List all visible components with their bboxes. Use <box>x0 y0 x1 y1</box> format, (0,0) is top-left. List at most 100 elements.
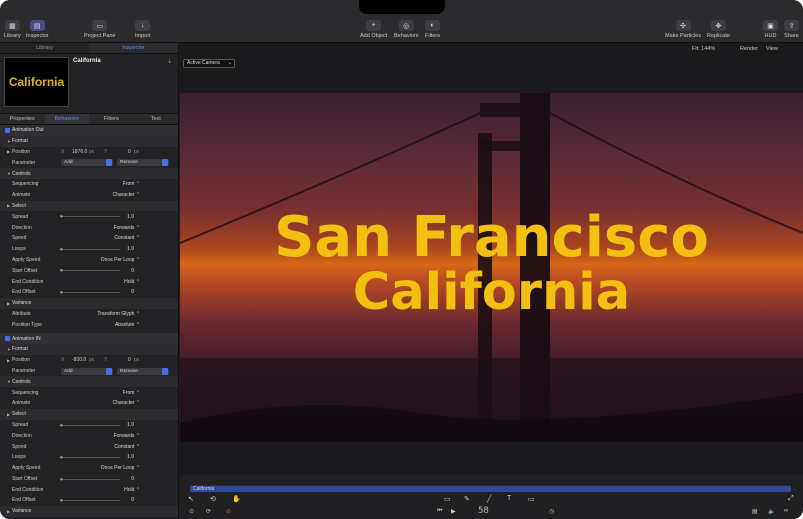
view-menu[interactable]: View <box>766 46 778 52</box>
shape-tool-icon[interactable]: ▭ <box>444 495 451 503</box>
end-offset-value[interactable]: 0 <box>131 289 134 295</box>
disclosure-triangle-icon[interactable]: ▶ <box>7 509 10 514</box>
controls-group[interactable]: ▼ Controls <box>0 376 178 388</box>
direction-popup[interactable]: Forwards ⌃ <box>114 225 140 231</box>
position-x-field[interactable]: 1876.0 <box>72 149 87 155</box>
behaviors-button[interactable]: ◎ Behaviors <box>394 20 418 39</box>
scene-title-line2[interactable]: California <box>180 263 803 322</box>
audio-off-icon[interactable]: ⊘ <box>226 508 231 515</box>
controls-group[interactable]: ▼ Controls <box>0 168 178 179</box>
end-offset-slider[interactable] <box>62 291 120 293</box>
tab-inspector[interactable]: Inspector <box>89 43 178 53</box>
sequencing-popup[interactable]: From ⌃ <box>123 390 140 396</box>
disclosure-triangle-icon[interactable]: ▶ <box>7 301 10 306</box>
select-tool-icon[interactable]: ↖ <box>188 495 194 503</box>
pin-icon[interactable]: ⇣ <box>167 58 172 65</box>
end-offset-value[interactable]: 0 <box>131 497 134 503</box>
fullscreen-icon[interactable]: ⤢ <box>788 495 794 503</box>
scene-title-line1[interactable]: San Francisco <box>180 205 803 270</box>
enable-checkbox[interactable] <box>5 336 10 342</box>
animation-out-header[interactable]: Animation Out <box>0 125 178 136</box>
slider-knob-icon[interactable]: ♥ <box>60 214 63 220</box>
tab-behaviors[interactable]: Behaviors <box>44 114 89 124</box>
tab-properties[interactable]: Properties <box>0 114 45 124</box>
attribute-popup[interactable]: Transform Glyph ⌃ <box>97 311 140 317</box>
position-x-field[interactable]: -800.0 <box>72 357 86 363</box>
position-y-field[interactable]: 0 <box>128 149 131 155</box>
slider-knob-icon[interactable]: ♥ <box>60 423 63 429</box>
slider-knob-icon[interactable]: ♥ <box>60 455 63 461</box>
slider-knob-icon[interactable]: ♥ <box>60 268 63 274</box>
fit-zoom[interactable]: Fit: 144% <box>692 46 715 52</box>
disclosure-triangle-icon[interactable]: ▼ <box>7 171 11 176</box>
disclosure-triangle-icon[interactable]: ▼ <box>7 379 11 384</box>
clock-icon[interactable]: ◷ <box>549 508 554 515</box>
timecode-display[interactable]: 58 <box>478 506 489 516</box>
active-camera-popup[interactable]: Active Camera ⌄ <box>183 59 235 68</box>
disclosure-triangle-icon[interactable]: ▶ <box>7 149 10 154</box>
add-parameter-popup[interactable]: Add <box>61 159 113 167</box>
loops-slider[interactable] <box>62 248 120 250</box>
apply-speed-popup[interactable]: Once Per Loop ⌃ <box>101 257 140 263</box>
slider-knob-icon[interactable]: ♥ <box>60 247 63 253</box>
loops-value[interactable]: 1.0 <box>127 454 134 460</box>
replicate-button[interactable]: ✥ Replicate <box>707 20 730 39</box>
remove-parameter-popup[interactable]: Remove <box>117 159 169 167</box>
mask-tool-icon[interactable]: ▭ <box>528 495 535 503</box>
animate-popup[interactable]: Character ⌃ <box>112 400 140 406</box>
direction-popup[interactable]: Forwards ⌃ <box>114 433 140 439</box>
animate-popup[interactable]: Character ⌃ <box>112 192 140 198</box>
tab-filters[interactable]: Filters <box>89 114 134 124</box>
start-offset-value[interactable]: 0 <box>131 476 134 482</box>
canvas-viewer[interactable]: San Francisco California <box>180 93 803 442</box>
animation-in-header[interactable]: Animation IN <box>0 333 178 344</box>
variance-group[interactable]: ▶ Variance <box>0 297 178 309</box>
disclosure-triangle-icon[interactable]: ▶ <box>7 203 10 208</box>
add-parameter-popup[interactable]: Add <box>61 367 113 375</box>
text-tool-icon[interactable]: T <box>507 495 511 502</box>
timeline-clip-bar[interactable]: California <box>190 486 791 492</box>
share-button[interactable]: ⇪ Share <box>784 20 799 39</box>
record-icon[interactable]: ⊙ <box>189 508 194 515</box>
sequencing-popup[interactable]: From ⌃ <box>123 181 140 187</box>
slider-knob-icon[interactable]: ♥ <box>60 498 63 504</box>
start-offset-slider[interactable] <box>62 478 120 480</box>
import-button[interactable]: ↓ Import <box>135 20 151 39</box>
spread-slider[interactable] <box>62 424 120 426</box>
select-group[interactable]: ▶ Select <box>0 408 178 420</box>
add-object-button[interactable]: + Add Object <box>360 20 387 39</box>
render-menu[interactable]: Render <box>740 46 758 52</box>
slider-knob-icon[interactable]: ♥ <box>60 477 63 483</box>
tab-library[interactable]: Library <box>0 43 89 53</box>
loops-value[interactable]: 1.0 <box>127 246 134 252</box>
start-offset-slider[interactable] <box>62 270 120 272</box>
line-tool-icon[interactable]: ╱ <box>487 495 491 503</box>
format-group[interactable]: ▼ Format <box>0 343 178 355</box>
disclosure-triangle-icon[interactable]: ▶ <box>7 412 10 417</box>
infinity-icon[interactable]: ∞ <box>784 508 788 514</box>
position-y-field[interactable]: 0 <box>128 357 131 363</box>
transform-tool-icon[interactable]: ⟲ <box>210 495 216 503</box>
position-type-popup[interactable]: Absolute ⌃ <box>115 322 140 328</box>
project-pane-button[interactable]: ▭ Project Pane <box>84 20 116 39</box>
spread-value[interactable]: 1.0 <box>127 214 134 220</box>
filters-button[interactable]: ◐ Filters <box>425 20 440 39</box>
end-offset-slider[interactable] <box>62 500 120 502</box>
remove-parameter-popup[interactable]: Remove <box>117 367 169 375</box>
tab-text[interactable]: Text <box>134 114 179 124</box>
enable-checkbox[interactable] <box>5 127 10 133</box>
paint-tool-icon[interactable]: ✎ <box>464 495 470 503</box>
film-icon[interactable]: ▤ <box>752 508 758 515</box>
slider-knob-icon[interactable]: ♥ <box>60 290 63 296</box>
loop-icon[interactable]: ⟳ <box>206 508 211 515</box>
hud-button[interactable]: ▣ HUD <box>763 20 778 39</box>
volume-icon[interactable]: 🔈 <box>768 508 775 515</box>
spread-slider[interactable] <box>62 216 120 218</box>
make-particles-button[interactable]: ✣ Make Particles <box>665 20 701 39</box>
speed-popup[interactable]: Constant ⌃ <box>114 235 140 241</box>
format-group[interactable]: ▼ Format <box>0 135 178 147</box>
apply-speed-popup[interactable]: Once Per Loop ⌃ <box>101 465 140 471</box>
select-group[interactable]: ▶ Select <box>0 200 178 212</box>
disclosure-triangle-icon[interactable]: ▼ <box>7 139 11 144</box>
variance-group[interactable]: ▶ Variance <box>0 505 178 517</box>
